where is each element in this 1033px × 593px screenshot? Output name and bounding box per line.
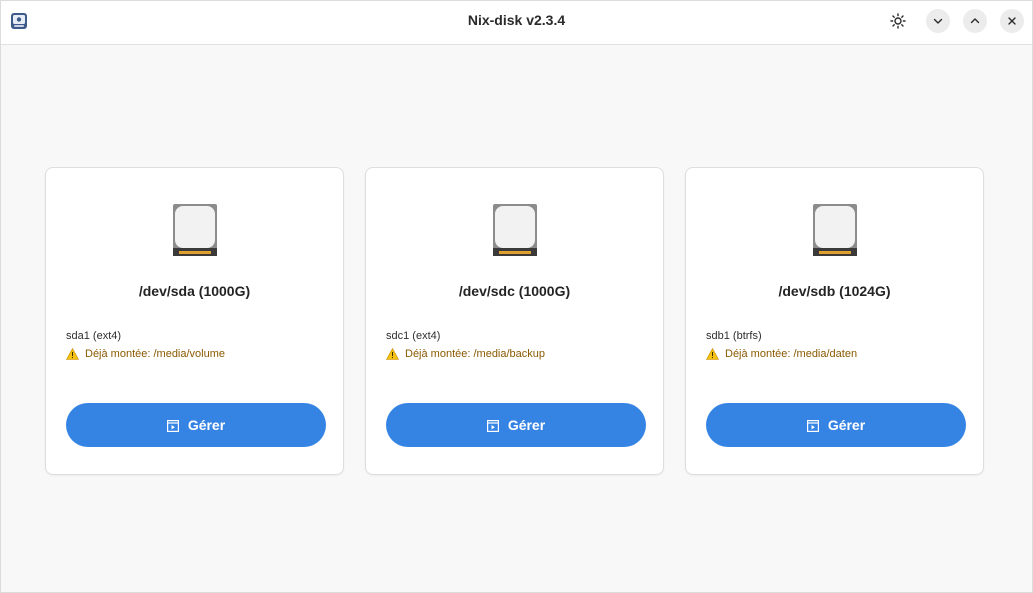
manage-button[interactable]: Gérer <box>66 403 326 447</box>
hard-disk-icon <box>813 204 857 256</box>
brightness-icon <box>890 13 906 29</box>
app-window: Nix-disk v2.3.4 /dev/sda (1000G) sda1 (e… <box>0 0 1033 593</box>
hard-disk-icon <box>493 204 537 256</box>
chevron-up-icon <box>969 15 981 27</box>
warning-icon <box>65 347 80 360</box>
disk-name: /dev/sdc (1000G) <box>458 283 571 299</box>
manage-button[interactable]: Gérer <box>386 403 646 447</box>
disk-card: /dev/sdc (1000G) sdc1 (ext4) Déjà montée… <box>365 167 664 475</box>
manage-button-label: Gérer <box>187 417 226 433</box>
manage-icon <box>486 419 499 433</box>
partition-label: sdc1 (ext4) <box>386 330 441 342</box>
manage-button-label: Gérer <box>827 417 866 433</box>
disk-name: /dev/sda (1000G) <box>138 283 251 299</box>
warning-icon <box>705 347 720 360</box>
maximize-button[interactable] <box>963 9 987 33</box>
warning-text: Déjà montée: /media/volume <box>85 348 226 360</box>
chevron-down-icon <box>932 15 944 27</box>
minimize-button[interactable] <box>926 9 950 33</box>
window-title: Nix-disk v2.3.4 <box>467 12 566 28</box>
warning-icon <box>385 347 400 360</box>
manage-icon <box>166 419 179 433</box>
close-button[interactable] <box>1000 9 1024 33</box>
mount-warning: Déjà montée: /media/daten <box>705 347 858 360</box>
theme-toggle-button[interactable] <box>886 9 910 33</box>
disk-card: /dev/sda (1000G) sda1 (ext4) Déjà montée… <box>45 167 344 475</box>
mount-warning: Déjà montée: /media/backup <box>385 347 546 360</box>
warning-text: Déjà montée: /media/daten <box>725 348 858 360</box>
manage-icon <box>806 419 819 433</box>
manage-button[interactable]: Gérer <box>706 403 966 447</box>
disk-card: /dev/sdb (1024G) sdb1 (btrfs) Déjà monté… <box>685 167 984 475</box>
manage-button-label: Gérer <box>507 417 546 433</box>
mount-warning: Déjà montée: /media/volume <box>65 347 226 360</box>
close-icon <box>1006 15 1018 27</box>
partition-label: sda1 (ext4) <box>66 330 122 342</box>
hard-disk-icon <box>173 204 217 256</box>
partition-label: sdb1 (btrfs) <box>706 330 762 342</box>
warning-text: Déjà montée: /media/backup <box>405 348 546 360</box>
title-bar: Nix-disk v2.3.4 <box>1 1 1032 45</box>
disk-name: /dev/sdb (1024G) <box>778 283 891 299</box>
